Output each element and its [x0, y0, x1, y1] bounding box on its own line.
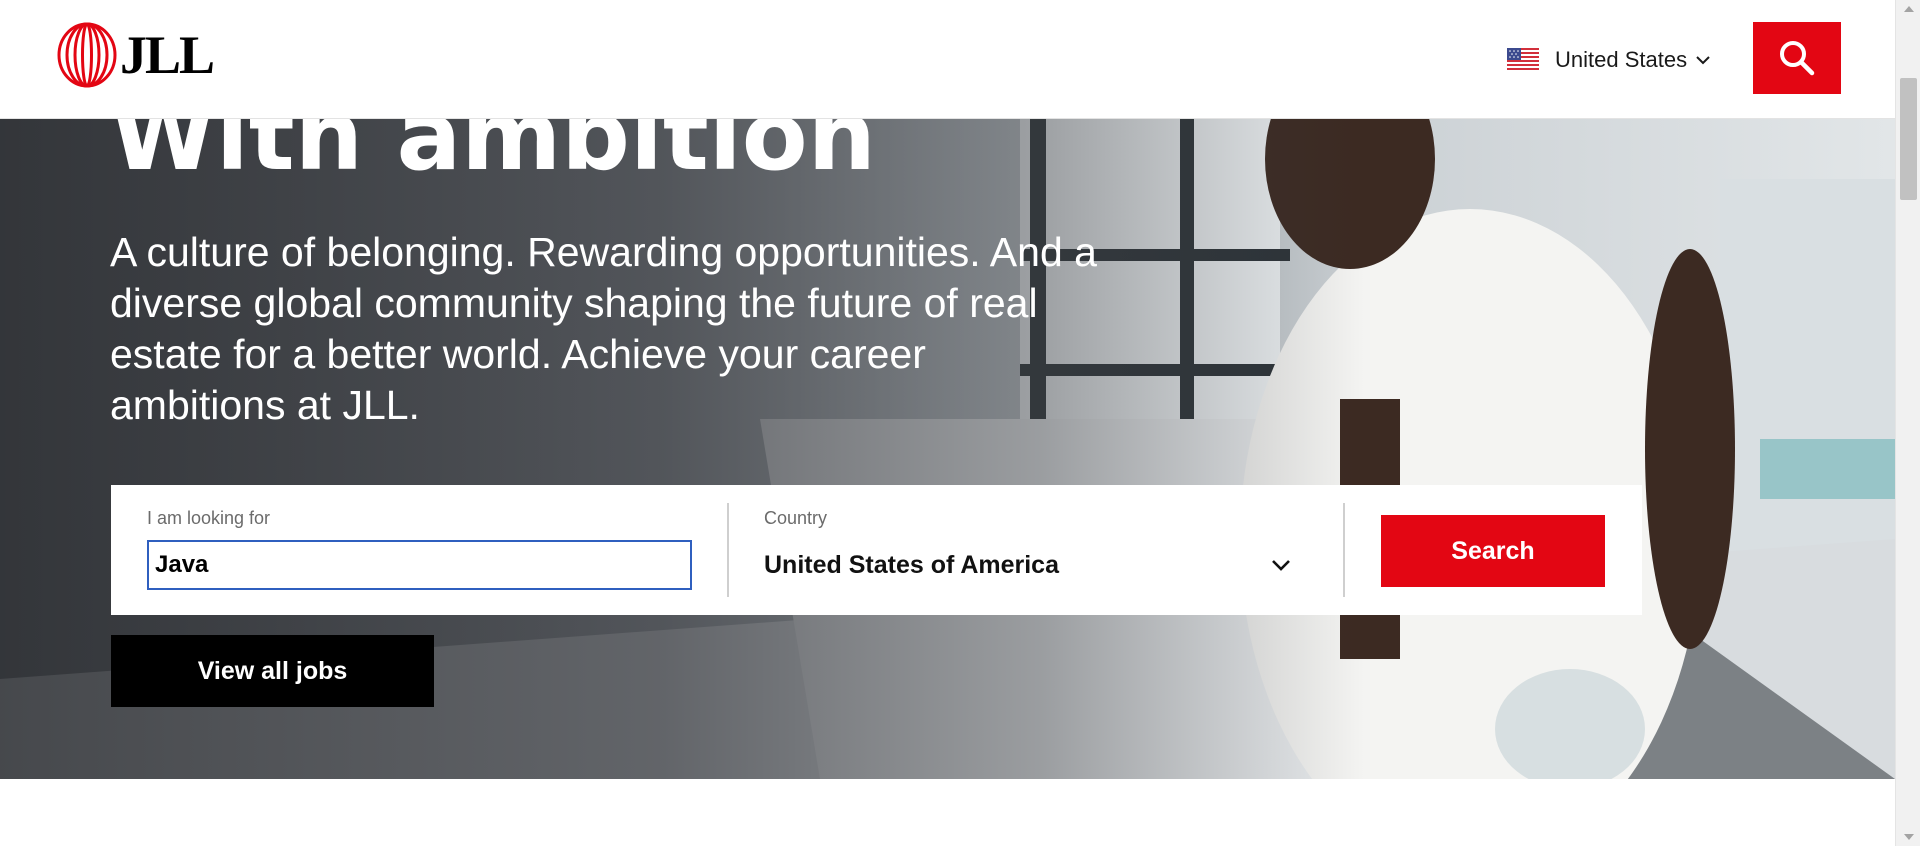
- country-value: United States of America: [764, 550, 1059, 579]
- hero-banner: With ambition A culture of belonging. Re…: [0, 119, 1895, 779]
- country-field: Country United States of America: [764, 507, 1304, 590]
- view-all-jobs-button[interactable]: View all jobs: [111, 635, 434, 707]
- header-search-button[interactable]: [1753, 22, 1841, 94]
- country-selector[interactable]: United States: [1507, 44, 1711, 76]
- jll-logo[interactable]: JLL: [56, 22, 215, 88]
- country-selector-label: United States: [1555, 47, 1688, 72]
- search-button[interactable]: Search: [1381, 515, 1605, 587]
- job-search-panel: I am looking for Country United States o…: [111, 485, 1642, 615]
- hero-title: With ambition: [110, 119, 876, 192]
- field-divider: [1343, 503, 1345, 597]
- scroll-down-arrow-icon[interactable]: [1904, 834, 1914, 840]
- country-dropdown[interactable]: United States of America: [764, 540, 1304, 590]
- site-header: JLL United States: [0, 0, 1895, 119]
- keyword-field: I am looking for: [147, 507, 692, 590]
- keyword-input[interactable]: [147, 540, 692, 590]
- hero-description: A culture of belonging. Rewarding opport…: [110, 229, 1097, 428]
- search-icon: [1780, 41, 1815, 76]
- chevron-down-icon: [1272, 560, 1290, 571]
- keyword-label: I am looking for: [147, 508, 271, 528]
- logo-text: JLL: [120, 25, 215, 85]
- jll-logo-mark-icon: [57, 22, 117, 88]
- us-flag-icon: [1507, 48, 1539, 72]
- field-divider: [727, 503, 729, 597]
- scroll-up-arrow-icon[interactable]: [1904, 6, 1914, 12]
- country-label: Country: [764, 508, 828, 528]
- page-scrollbar[interactable]: [1895, 0, 1920, 846]
- chevron-down-icon: [1696, 56, 1710, 65]
- scroll-thumb[interactable]: [1900, 78, 1917, 200]
